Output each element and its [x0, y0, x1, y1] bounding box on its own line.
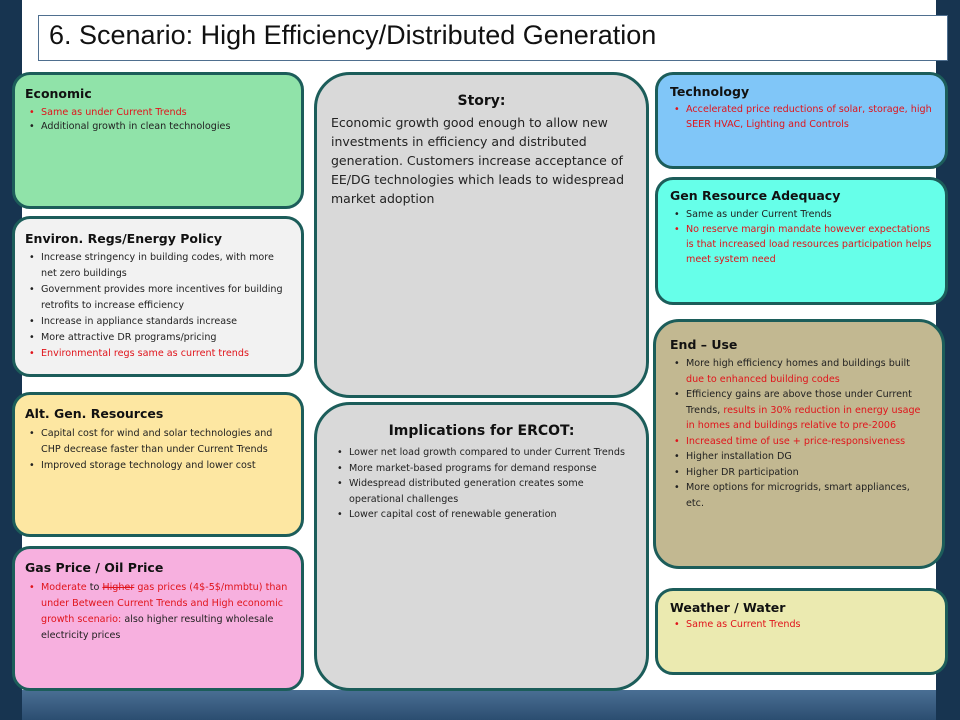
altgen-heading: Alt. Gen. Resources	[25, 406, 164, 421]
list-item: No reserve margin mandate however expect…	[674, 222, 933, 267]
list-item: Lower net load growth compared to under …	[337, 445, 630, 461]
enduse-heading: End – Use	[670, 337, 738, 352]
environ-policy-card: Environ. Regs/Energy Policy Increase str…	[12, 216, 304, 377]
environ-heading: Environ. Regs/Energy Policy	[25, 231, 223, 246]
list-item: Higher installation DG	[674, 449, 928, 465]
implications-heading: Implications for ERCOT:	[388, 423, 575, 439]
gas-to-text: to	[86, 582, 103, 593]
resource-heading: Gen Resource Adequacy	[670, 188, 841, 203]
end-use-card: End – Use More high efficiency homes and…	[653, 319, 945, 569]
economic-list: Same as under Current Trends Additional …	[25, 106, 291, 134]
list-item: Same as under Current Trends	[674, 207, 933, 222]
list-item: Moderate to Higher gas prices (4$-5$/mmb…	[29, 580, 291, 644]
list-item: Lower capital cost of renewable generati…	[337, 507, 630, 523]
enduse-item1-text: More high efficiency homes and buildings…	[686, 358, 910, 369]
altgen-list: Capital cost for wind and solar technolo…	[25, 426, 291, 474]
story-heading: Story:	[457, 93, 506, 109]
list-item: Accelerated price reductions of solar, s…	[674, 102, 933, 132]
list-item: More attractive DR programs/pricing	[29, 330, 291, 346]
list-item: Same as under Current Trends	[29, 106, 291, 120]
slide-footer-band	[22, 690, 936, 720]
list-item: Increased time of use + price-responsive…	[674, 434, 928, 450]
list-item: Additional growth in clean technologies	[29, 120, 291, 134]
story-text: Economic growth good enough to allow new…	[331, 115, 625, 206]
environ-list: Increase stringency in building codes, w…	[25, 250, 291, 362]
list-item: Increase in appliance standards increase	[29, 314, 291, 330]
page-title: 6. Scenario: High Efficiency/Distributed…	[49, 20, 657, 50]
gas-list: Moderate to Higher gas prices (4$-5$/mmb…	[25, 580, 291, 644]
list-item: Higher DR participation	[674, 465, 928, 481]
technology-list: Accelerated price reductions of solar, s…	[670, 102, 933, 132]
gas-range-text: (4$-5$/mmbtu)	[189, 582, 263, 593]
weather-list: Same as Current Trends	[670, 618, 933, 632]
title-box: 6. Scenario: High Efficiency/Distributed…	[38, 15, 948, 61]
weather-heading: Weather / Water	[670, 600, 786, 615]
implications-card: Implications for ERCOT: Lower net load g…	[314, 402, 649, 691]
alt-gen-card: Alt. Gen. Resources Capital cost for win…	[12, 392, 304, 537]
gas-heading: Gas Price / Oil Price	[25, 560, 164, 575]
list-item: More market-based programs for demand re…	[337, 461, 630, 477]
list-item: Efficiency gains are above those under C…	[674, 387, 928, 434]
list-item: Increase stringency in building codes, w…	[29, 250, 291, 282]
economic-heading: Economic	[25, 86, 92, 101]
gas-prices-text: gas prices	[134, 582, 190, 593]
weather-water-card: Weather / Water Same as Current Trends	[655, 588, 948, 675]
resource-list: Same as under Current Trends No reserve …	[670, 207, 933, 267]
technology-heading: Technology	[670, 84, 750, 99]
list-item: Improved storage technology and lower co…	[29, 458, 291, 474]
list-item: Environmental regs same as current trend…	[29, 346, 291, 362]
story-card: Story: Economic growth good enough to al…	[314, 72, 649, 398]
list-item: Same as Current Trends	[674, 618, 933, 632]
gas-higher-text: Higher	[102, 582, 135, 593]
economic-card: Economic Same as under Current Trends Ad…	[12, 72, 304, 209]
enduse-list: More high efficiency homes and buildings…	[670, 356, 928, 511]
resource-adequacy-card: Gen Resource Adequacy Same as under Curr…	[655, 177, 948, 305]
list-item: Government provides more incentives for …	[29, 282, 291, 314]
implications-list: Lower net load growth compared to under …	[333, 445, 630, 523]
gas-moderate-text: Moderate	[41, 582, 87, 593]
gas-price-card: Gas Price / Oil Price Moderate to Higher…	[12, 546, 304, 691]
enduse-item1-highlight: due to enhanced building codes	[686, 373, 840, 385]
technology-card: Technology Accelerated price reductions …	[655, 72, 948, 169]
list-item: Widespread distributed generation create…	[337, 476, 630, 507]
list-item: More high efficiency homes and buildings…	[674, 356, 928, 387]
list-item: Capital cost for wind and solar technolo…	[29, 426, 291, 458]
list-item: More options for microgrids, smart appli…	[674, 480, 928, 511]
